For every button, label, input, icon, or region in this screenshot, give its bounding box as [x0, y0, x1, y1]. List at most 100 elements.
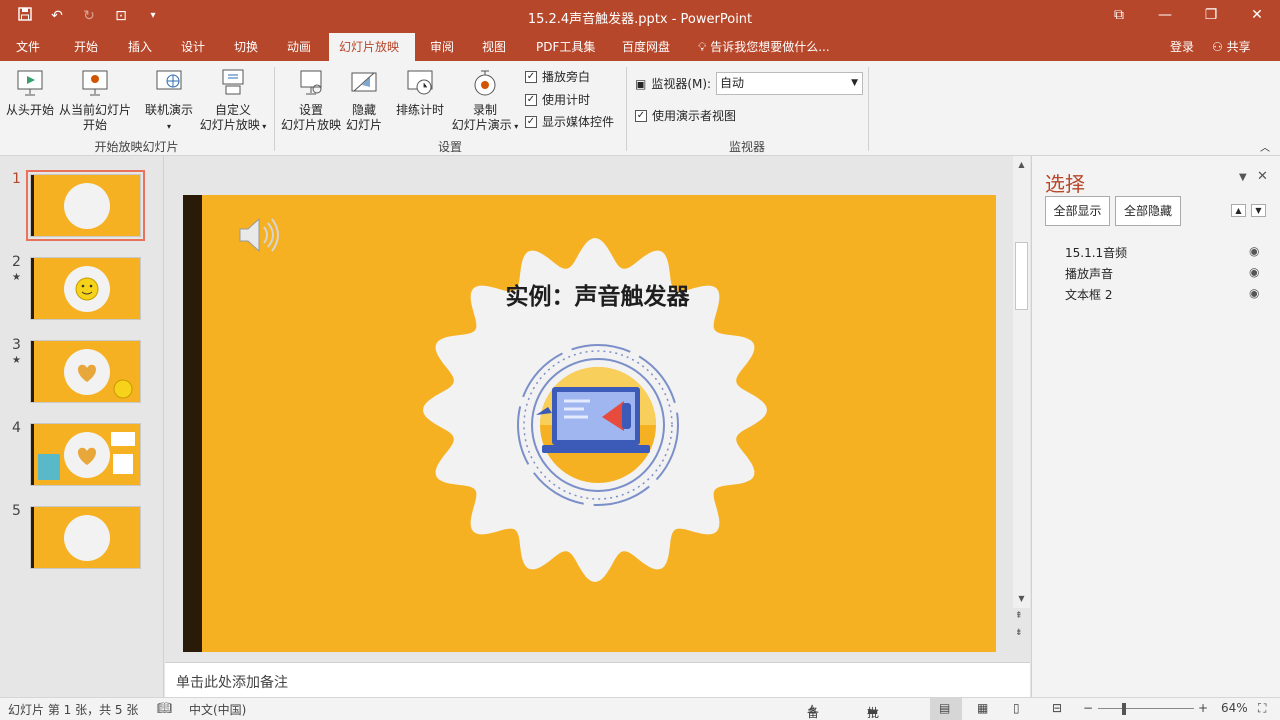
pane-options-icon[interactable]: ▼ [1239, 172, 1247, 183]
zoom-out-icon[interactable]: − [1083, 701, 1093, 715]
tab-insert[interactable]: 插入 [118, 33, 162, 61]
hide-slide-label-2: 幻灯片 [345, 118, 382, 132]
ribbon-display-icon[interactable]: ⧉ [1096, 0, 1142, 33]
zoom-slider-track[interactable] [1098, 708, 1194, 709]
visibility-eye-icon[interactable]: ◉ [1249, 244, 1259, 258]
record-slideshow-button[interactable]: 录制 幻灯片演示 ▾ [449, 67, 521, 134]
bring-forward-icon[interactable]: ▲ [1231, 204, 1246, 217]
zoom-level[interactable]: 64% [1221, 701, 1248, 715]
tab-review[interactable]: 审阅 [420, 33, 464, 61]
tab-design[interactable]: 设计 [171, 33, 215, 61]
slide-sorter-icon[interactable]: ▦ [977, 701, 988, 715]
custom-slideshow-icon [222, 69, 244, 95]
chevron-down-icon: ▾ [511, 122, 519, 131]
language-indicator[interactable]: 中文(中国) [189, 701, 246, 718]
tab-animations[interactable]: 动画 [277, 33, 321, 61]
spellcheck-icon[interactable]: 📖︎ [157, 701, 172, 715]
slideshow-view-icon[interactable]: ⊟ [1052, 701, 1062, 715]
thumbnail-badge [64, 183, 110, 229]
minimize-icon[interactable]: — [1142, 0, 1188, 33]
custom-slideshow-button[interactable]: 自定义 幻灯片放映 ▾ [197, 67, 269, 134]
tab-slideshow[interactable]: 幻灯片放映 [329, 33, 415, 61]
tab-transitions[interactable]: 切换 [224, 33, 268, 61]
group-separator [868, 67, 869, 151]
from-current-button[interactable]: 从当前幻灯片 开始 [56, 67, 134, 133]
slide-thumbnail-2[interactable] [30, 257, 141, 320]
thumbnail-number: 2 [12, 254, 21, 270]
tab-home[interactable]: 开始 [64, 33, 108, 61]
tab-pdf-tools[interactable]: PDF工具集 [526, 33, 605, 61]
visibility-eye-icon[interactable]: ◉ [1249, 286, 1259, 300]
monitor-select[interactable]: 自动 ▼ [716, 72, 863, 95]
zoom-slider-thumb[interactable] [1122, 703, 1126, 715]
lightbulb-icon: 💡︎ [698, 40, 711, 54]
close-pane-icon[interactable]: ✕ [1257, 169, 1268, 184]
current-slide[interactable]: 实例：声音触发器 [183, 195, 996, 652]
collapse-ribbon-icon[interactable]: ︿ [1260, 139, 1270, 154]
rehearse-label: 排练计时 [395, 103, 444, 117]
presenter-view-label: 使用演示者视图 [652, 109, 737, 123]
selection-item[interactable]: 播放声音 [1065, 265, 1113, 282]
scrollbar-thumb[interactable] [1015, 242, 1028, 310]
thumbnail-badge [64, 515, 110, 561]
tell-me-text: 告诉我您想要做什么... [710, 40, 830, 54]
slide-thumbnail-1[interactable] [26, 170, 145, 241]
presenter-view-checkbox[interactable]: ✓ 使用演示者视图 [635, 107, 736, 124]
ribbon-tabs: 文件 开始 插入 设计 切换 动画 幻灯片放映 审阅 视图 PDF工具集 百度网… [0, 33, 1280, 61]
tab-file[interactable]: 文件 [6, 33, 50, 61]
selection-item[interactable]: 15.1.1音频 [1065, 244, 1127, 261]
send-backward-icon[interactable]: ▼ [1251, 204, 1266, 217]
use-timings-checkbox[interactable]: ✓ 使用计时 [525, 91, 590, 108]
share-button[interactable]: ⚇ 共享 [1212, 33, 1251, 61]
selection-item[interactable]: 文本框 2 [1065, 286, 1112, 303]
from-current-label-1: 从当前幻灯片 [58, 103, 131, 117]
fit-to-window-icon[interactable]: ⛶ [1258, 701, 1266, 716]
notes-toggle-label: 备注 [807, 706, 820, 720]
record-icon [474, 70, 496, 96]
slideshow-start-icon [17, 70, 43, 96]
thumbnail-number: 5 [12, 503, 21, 519]
scroll-down-icon[interactable]: ▼ [1013, 594, 1030, 603]
tab-view[interactable]: 视图 [472, 33, 516, 61]
notes-pane[interactable]: 单击此处添加备注 [165, 662, 1030, 697]
thumbnail-number: 4 [12, 420, 21, 436]
previous-slide-icon[interactable]: ⇞ [1015, 611, 1023, 621]
next-slide-icon[interactable]: ⇟ [1015, 628, 1023, 638]
ribbon: 从头开始 从当前幻灯片 开始 联机演示 ▾ 自定义 幻灯片放映 ▾ 开始放映幻灯片… [0, 61, 1280, 156]
animation-star-icon: ★ [12, 355, 21, 366]
restore-icon[interactable]: ❐ [1188, 0, 1234, 33]
close-icon[interactable]: ✕ [1234, 0, 1280, 33]
from-beginning-label: 从头开始 [5, 103, 54, 117]
slide-vertical-scrollbar[interactable]: ▲ ▼ [1013, 156, 1030, 608]
monitor-label-row: ▣ 监视器(M): [635, 75, 711, 92]
from-beginning-button[interactable]: 从头开始 [4, 67, 56, 118]
hide-slide-icon [351, 72, 377, 92]
selection-pane: 选择 ▼ ✕ 全部显示 全部隐藏 ▲ ▼ 15.1.1音频 ◉ 播放声音 ◉ 文… [1031, 156, 1280, 697]
slide-title[interactable]: 实例：声音触发器 [435, 277, 760, 311]
tab-baidu-netdisk[interactable]: 百度网盘 [612, 33, 680, 61]
reading-view-icon[interactable]: ▯ [1013, 701, 1020, 715]
thumbnail-number: 3 [12, 337, 21, 353]
play-narrations-checkbox[interactable]: ✓ 播放旁白 [525, 68, 590, 85]
tell-me-box[interactable]: 💡︎ 告诉我您想要做什么... [698, 33, 830, 61]
animation-star-icon: ★ [12, 272, 21, 283]
hide-slide-label-1: 隐藏 [351, 103, 376, 117]
setup-slideshow-button[interactable]: 设置 幻灯片放映 [281, 67, 341, 133]
scroll-up-icon[interactable]: ▲ [1013, 160, 1030, 169]
hide-slide-button[interactable]: 隐藏 幻灯片 [343, 67, 385, 133]
zoom-in-icon[interactable]: + [1198, 701, 1208, 715]
slide-thumbnail-3[interactable] [30, 340, 141, 403]
speaker-icon[interactable] [237, 215, 281, 255]
heart-icon [78, 447, 96, 465]
online-present-button[interactable]: 联机演示 ▾ [143, 67, 195, 134]
show-all-button[interactable]: 全部显示 [1045, 196, 1110, 226]
login-link[interactable]: 登录 [1170, 33, 1194, 61]
show-media-controls-checkbox[interactable]: ✓ 显示媒体控件 [525, 113, 614, 130]
visibility-eye-icon[interactable]: ◉ [1249, 265, 1259, 279]
slide-thumbnail-4[interactable] [30, 423, 141, 486]
play-narrations-label: 播放旁白 [542, 70, 591, 84]
rehearse-timings-button[interactable]: 排练计时 [393, 67, 447, 118]
slide-thumbnail-5[interactable] [30, 506, 141, 569]
checkbox-checked-icon: ✓ [635, 109, 647, 122]
hide-all-button[interactable]: 全部隐藏 [1115, 196, 1181, 226]
